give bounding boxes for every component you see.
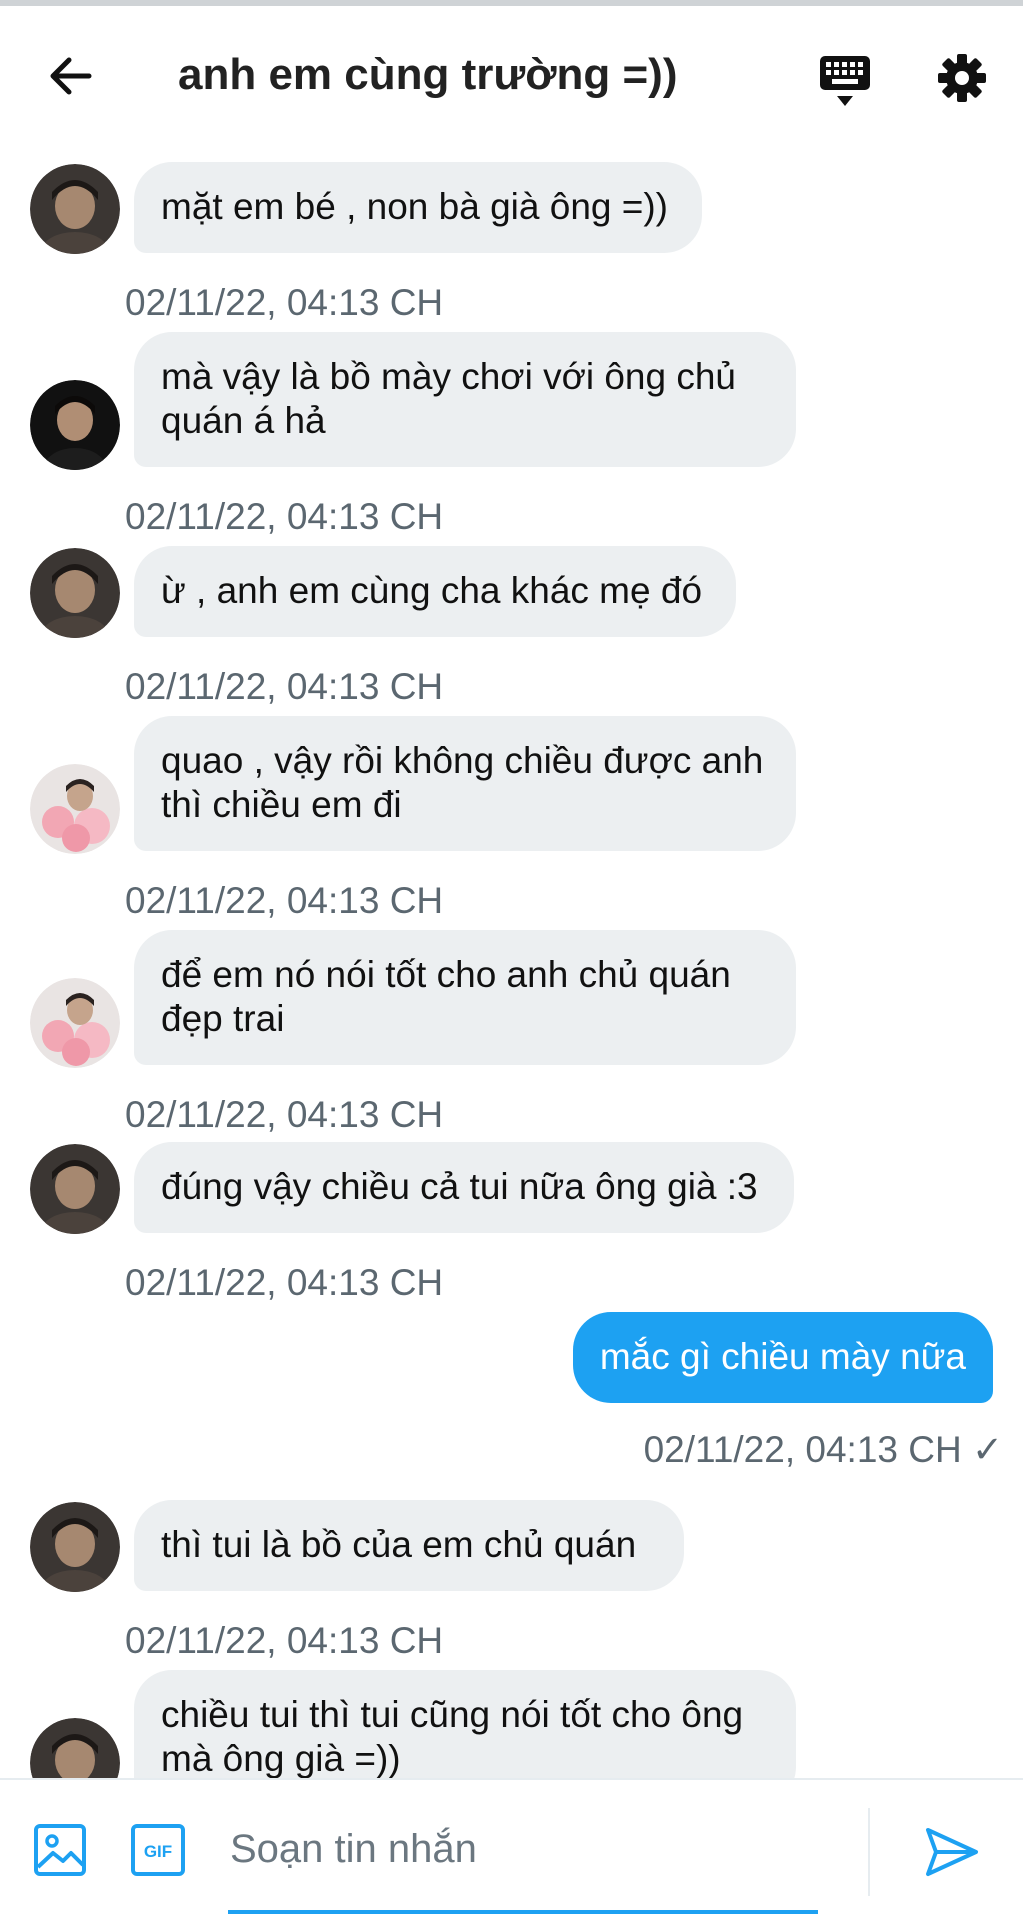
conversation-title: anh em cùng trường =)) bbox=[178, 50, 678, 99]
message-input[interactable] bbox=[228, 1816, 822, 1882]
message-timestamp: 02/11/22, 04:13 CH bbox=[125, 1262, 444, 1303]
message-bubble-outgoing[interactable]: mắc gì chiều mày nữa bbox=[572, 1312, 993, 1403]
message-timestamp: 02/11/22, 04:13 CH bbox=[125, 1620, 444, 1661]
add-image-button[interactable] bbox=[28, 1818, 92, 1882]
message-text: mắc gì chiều mày nữa bbox=[599, 1336, 966, 1377]
gif-label: GIF bbox=[144, 1842, 172, 1861]
message-timestamp: 02/11/22, 04:13 CH bbox=[125, 666, 444, 707]
message-composer: GIF bbox=[0, 1778, 1023, 1922]
message-bubble[interactable]: đúng vậy chiều cả tui nữa ông già :3 bbox=[134, 1142, 794, 1233]
avatar[interactable] bbox=[30, 978, 120, 1068]
avatar[interactable] bbox=[30, 1144, 120, 1234]
message-bubble[interactable]: để em nó nói tốt cho anh chủ quán đẹp tr… bbox=[134, 930, 796, 1065]
message-bubble[interactable]: thì tui là bồ của em chủ quán bbox=[134, 1500, 684, 1591]
arrow-left-icon bbox=[50, 57, 92, 95]
message-timestamp: 02/11/22, 04:13 CH ✓ bbox=[643, 1429, 1003, 1470]
message-text: mà vậy là bồ mày chơi với ông chủ quán á… bbox=[161, 356, 736, 441]
back-button[interactable] bbox=[40, 46, 100, 106]
message-bubble[interactable]: mà vậy là bồ mày chơi với ông chủ quán á… bbox=[134, 332, 796, 467]
message-bubble[interactable]: quao , vậy rồi không chiều được anh thì … bbox=[134, 716, 796, 851]
settings-button[interactable] bbox=[930, 46, 994, 110]
add-gif-button[interactable]: GIF bbox=[126, 1818, 190, 1882]
avatar[interactable] bbox=[30, 1502, 120, 1592]
send-button[interactable] bbox=[920, 1820, 984, 1884]
message-list[interactable]: mặt em bé , non bà già ông =)) 02/11/22,… bbox=[0, 146, 1023, 1778]
avatar[interactable] bbox=[30, 764, 120, 854]
message-timestamp: 02/11/22, 04:13 CH bbox=[125, 496, 444, 537]
avatar[interactable] bbox=[30, 164, 120, 254]
message-bubble[interactable]: chiều tui thì tui cũng nói tốt cho ông m… bbox=[134, 1670, 796, 1778]
send-icon bbox=[926, 1828, 978, 1876]
gear-icon bbox=[938, 54, 986, 102]
message-timestamp: 02/11/22, 04:13 CH bbox=[125, 282, 444, 323]
keyboard-button[interactable] bbox=[810, 46, 880, 116]
message-text: mặt em bé , non bà già ông =)) bbox=[161, 186, 668, 227]
image-icon bbox=[34, 1824, 86, 1876]
message-bubble[interactable]: mặt em bé , non bà già ông =)) bbox=[134, 162, 702, 253]
gif-icon: GIF bbox=[131, 1824, 185, 1876]
keyboard-icon bbox=[820, 56, 870, 106]
message-text: thì tui là bồ của em chủ quán bbox=[161, 1524, 637, 1565]
message-timestamp: 02/11/22, 04:13 CH bbox=[125, 880, 444, 921]
input-focus-underline bbox=[228, 1910, 818, 1914]
message-bubble[interactable]: ừ , anh em cùng cha khác mẹ đó bbox=[134, 546, 736, 637]
avatar[interactable] bbox=[30, 548, 120, 638]
message-text: ừ , anh em cùng cha khác mẹ đó bbox=[161, 570, 703, 611]
message-text: đúng vậy chiều cả tui nữa ông già :3 bbox=[161, 1166, 758, 1207]
conversation-header: anh em cùng trường =)) bbox=[0, 6, 1023, 146]
message-text: chiều tui thì tui cũng nói tốt cho ông m… bbox=[161, 1694, 744, 1778]
message-text: để em nó nói tốt cho anh chủ quán đẹp tr… bbox=[161, 954, 731, 1039]
composer-divider bbox=[868, 1808, 870, 1896]
avatar[interactable] bbox=[30, 380, 120, 470]
message-timestamp: 02/11/22, 04:13 CH bbox=[125, 1094, 444, 1135]
avatar[interactable] bbox=[30, 1718, 120, 1778]
message-text: quao , vậy rồi không chiều được anh thì … bbox=[161, 740, 764, 825]
